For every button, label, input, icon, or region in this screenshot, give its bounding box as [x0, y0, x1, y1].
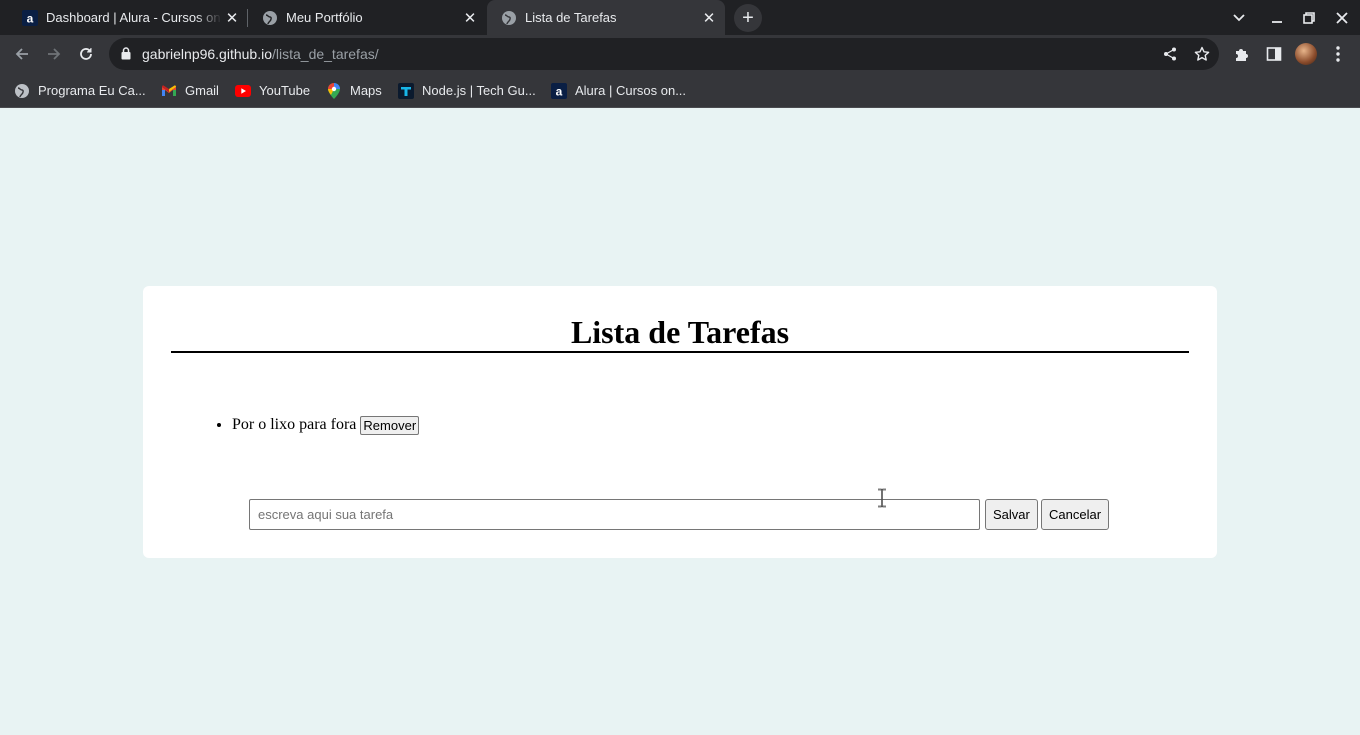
bookmark-label: Gmail [185, 83, 219, 98]
close-icon[interactable]: ✕ [460, 8, 480, 28]
techguide-icon [398, 82, 414, 99]
text-cursor-icon [877, 488, 887, 513]
bookmark-alura[interactable]: a Alura | Cursos on... [551, 73, 686, 108]
svg-text:a: a [27, 11, 34, 25]
tab-strip: a Dashboard | Alura - Cursos online de t… [0, 0, 1360, 35]
address-bar[interactable]: gabrielnp96.github.io/lista_de_tarefas/ [109, 38, 1219, 70]
title-divider [171, 351, 1189, 353]
list-item: Por o lixo para fora Remover [232, 414, 420, 436]
globe-icon [501, 10, 517, 26]
page-viewport: Lista de Tarefas Por o lixo para fora Re… [0, 109, 1360, 735]
tab-dashboard-alura[interactable]: a Dashboard | Alura - Cursos online de t… [8, 0, 248, 35]
menu-kebab-icon[interactable] [1326, 42, 1350, 66]
side-panel-icon[interactable] [1262, 42, 1286, 66]
tab-lista-de-tarefas[interactable]: Lista de Tarefas ✕ [487, 0, 725, 35]
maps-icon [326, 82, 342, 99]
globe-icon [262, 10, 278, 26]
tab-title: Lista de Tarefas [525, 10, 617, 25]
bookmark-gmail[interactable]: Gmail [161, 73, 219, 108]
task-list: Por o lixo para fora Remover [232, 414, 420, 436]
task-text: Por o lixo para fora [232, 416, 357, 433]
lock-icon[interactable] [121, 47, 131, 65]
forward-arrow-icon[interactable] [40, 40, 68, 68]
alura-icon: a [551, 82, 567, 99]
youtube-icon [235, 83, 251, 99]
page-title: Lista de Tarefas [570, 314, 790, 350]
browser-toolbar: gabrielnp96.github.io/lista_de_tarefas/ [0, 35, 1360, 73]
remove-task-button[interactable]: Remover [360, 415, 420, 435]
bookmark-nodejs-tech-guide[interactable]: Node.js | Tech Gu... [398, 73, 536, 108]
task-input[interactable] [249, 499, 980, 530]
reload-icon[interactable] [72, 40, 100, 68]
todo-card: Lista de Tarefas Por o lixo para fora Re… [143, 286, 1217, 558]
tab-title: Meu Portfólio [286, 10, 363, 25]
save-button[interactable]: Salvar [985, 499, 1038, 530]
gmail-icon [161, 83, 177, 99]
minimize-icon[interactable] [1261, 0, 1293, 35]
tab-search-chevron-icon[interactable] [1223, 0, 1255, 35]
close-window-icon[interactable] [1326, 0, 1358, 35]
close-icon[interactable]: ✕ [699, 8, 719, 28]
globe-icon [14, 83, 30, 99]
cancel-button[interactable]: Cancelar [1041, 499, 1110, 530]
svg-text:a: a [556, 84, 563, 98]
bookmark-label: YouTube [259, 83, 311, 98]
tab-meu-portfolio[interactable]: Meu Portfólio ✕ [248, 0, 486, 35]
alura-icon: a [22, 9, 38, 26]
bookmark-label: Maps [350, 83, 382, 98]
bookmark-programa-eu-capacito[interactable]: Programa Eu Ca... [14, 73, 146, 108]
bookmark-label: Node.js | Tech Gu... [422, 83, 536, 98]
close-icon[interactable]: ✕ [222, 8, 242, 28]
url-host: gabrielnp96.github.io [142, 46, 272, 62]
bookmark-maps[interactable]: Maps [326, 73, 382, 108]
profile-avatar[interactable] [1294, 42, 1318, 66]
bookmark-label: Programa Eu Ca... [38, 83, 146, 98]
bookmark-label: Alura | Cursos on... [575, 83, 687, 98]
share-icon[interactable] [1160, 44, 1180, 64]
restore-icon[interactable] [1293, 0, 1325, 35]
bookmarks-bar: Programa Eu Ca... Gmail YouTube Maps Nod… [0, 73, 1360, 108]
url-text: gabrielnp96.github.io/lista_de_tarefas/ [142, 46, 379, 62]
tab-title: Dashboard | Alura - Cursos online de tec… [46, 10, 222, 25]
back-arrow-icon[interactable] [8, 40, 36, 68]
new-tab-button[interactable]: + [734, 4, 762, 32]
url-path: /lista_de_tarefas/ [272, 46, 379, 62]
star-icon[interactable] [1192, 44, 1212, 64]
extensions-puzzle-icon[interactable] [1230, 42, 1254, 66]
avatar [1295, 43, 1317, 65]
bookmark-youtube[interactable]: YouTube [235, 73, 310, 108]
